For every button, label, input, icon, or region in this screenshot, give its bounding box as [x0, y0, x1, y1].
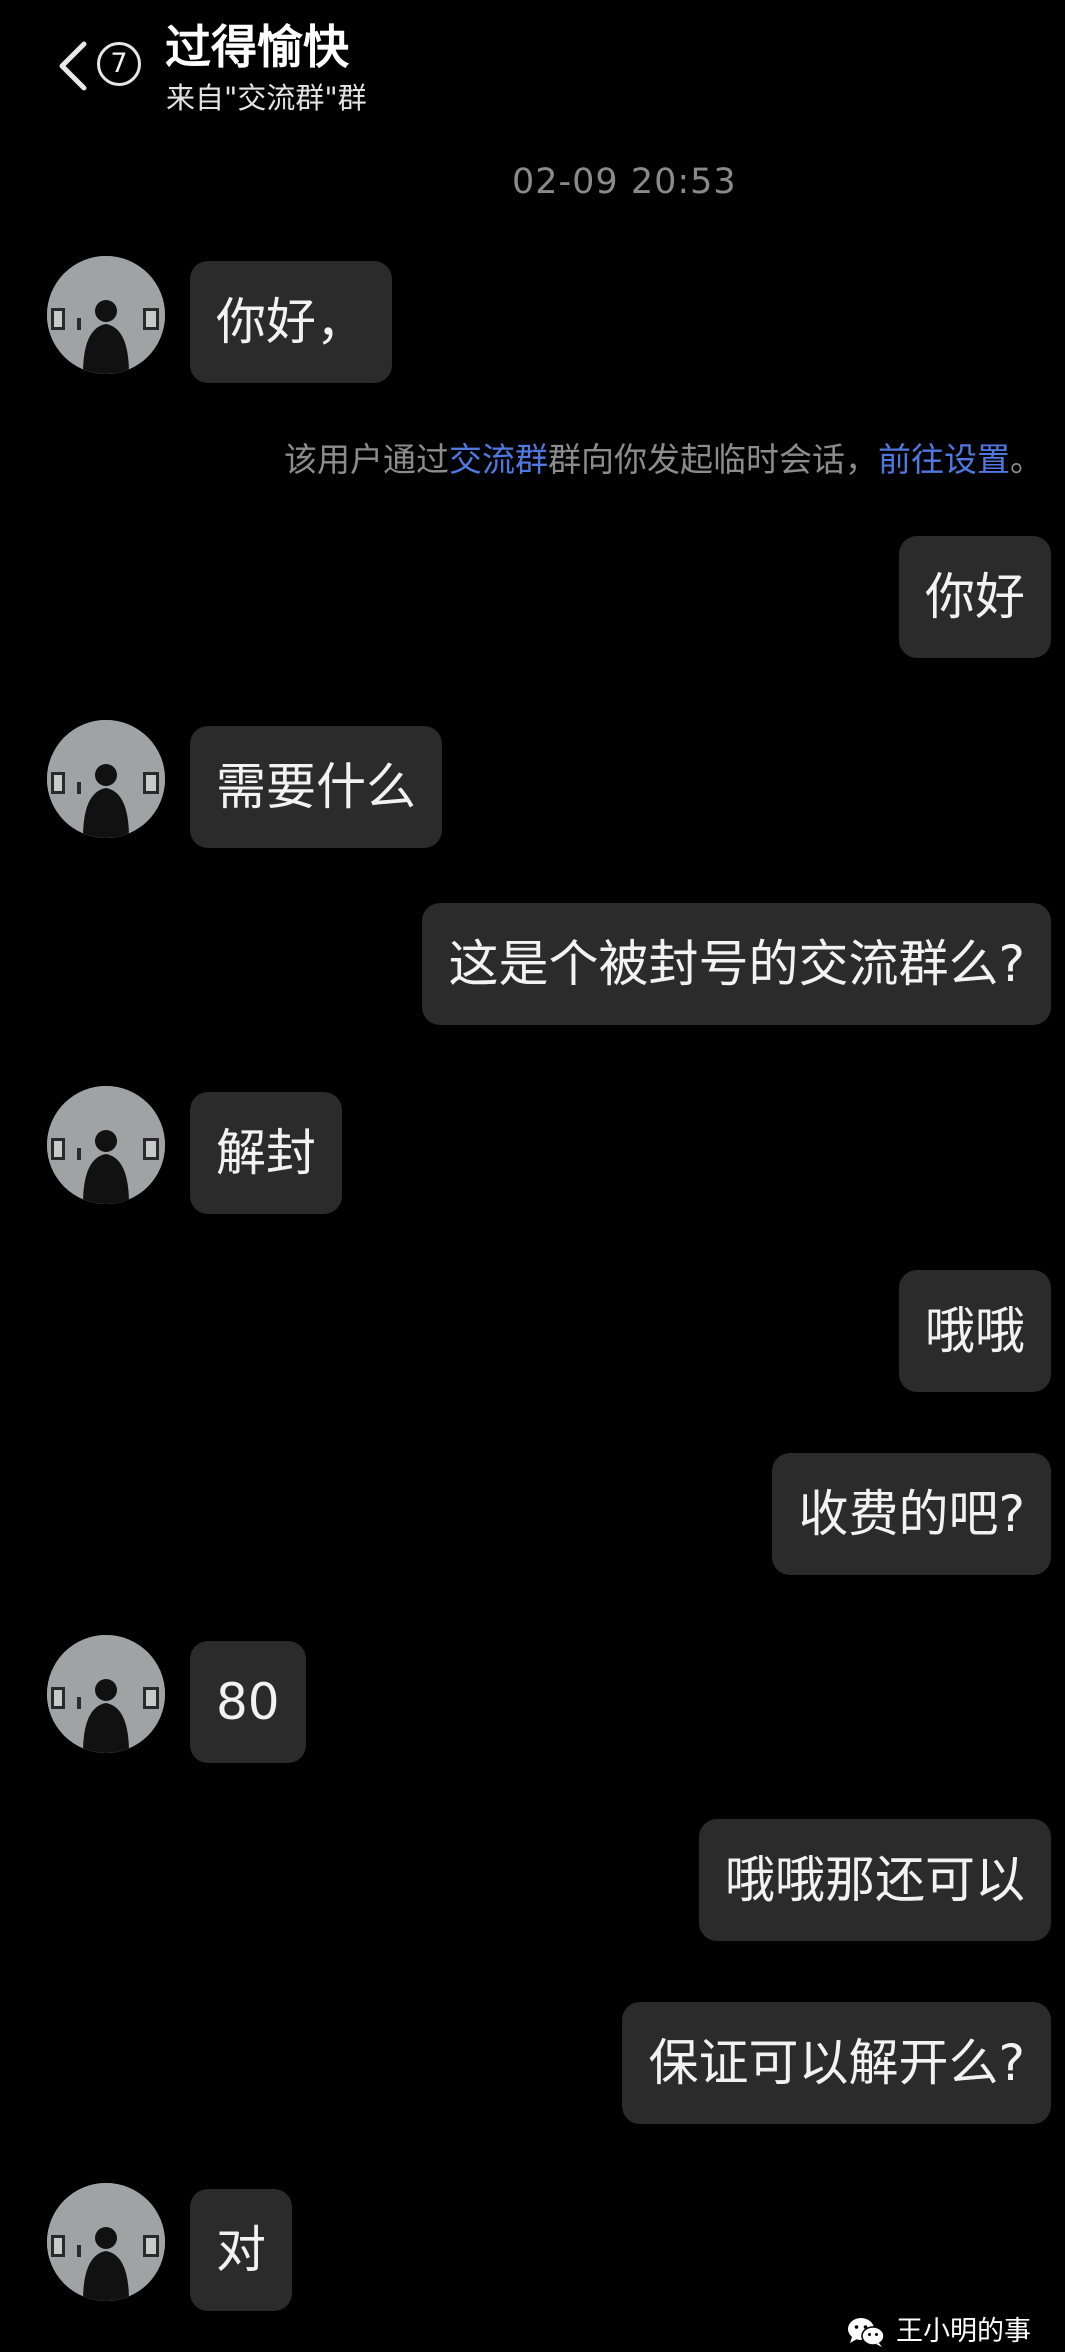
incoming-message-bubble[interactable]: 对 [190, 2189, 292, 2311]
outgoing-message-bubble[interactable]: 这是个被封号的交流群么? [422, 903, 1051, 1025]
unread-count-badge[interactable]: 7 [97, 42, 141, 86]
outgoing-message-bubble[interactable]: 收费的吧? [772, 1453, 1051, 1575]
message-timestamp: 02-09 20:53 [512, 162, 737, 202]
notice-prefix: 该用户通过 [284, 440, 449, 479]
chat-header: 7 过得愉快 来自"交流群"群 [0, 0, 1065, 130]
watermark: 王小明的事 [846, 2312, 1031, 2352]
group-link[interactable]: 交流群 [449, 440, 548, 479]
outgoing-message-bubble[interactable]: 保证可以解开么? [622, 2002, 1051, 2124]
incoming-message-bubble[interactable]: 解封 [190, 1092, 342, 1214]
incoming-message-bubble[interactable]: 80 [190, 1641, 306, 1763]
watermark-text: 王小明的事 [896, 2316, 1031, 2347]
chat-subtitle: 来自"交流群"群 [166, 81, 367, 115]
wechat-icon [848, 2318, 885, 2347]
contact-avatar[interactable] [47, 1086, 165, 1204]
outgoing-message-bubble[interactable]: 哦哦 [899, 1270, 1051, 1392]
temporary-session-notice: 该用户通过交流群群向你发起临时会话，前往设置。 [284, 437, 1043, 483]
notice-suffix: 。 [1010, 440, 1043, 479]
outgoing-message-bubble[interactable]: 哦哦那还可以 [699, 1819, 1051, 1941]
contact-avatar[interactable] [47, 2183, 165, 2301]
incoming-message-bubble[interactable]: 你好， [190, 261, 392, 383]
contact-avatar[interactable] [47, 720, 165, 838]
contact-avatar[interactable] [47, 256, 165, 374]
notice-middle: 群向你发起临时会话， [548, 440, 878, 479]
incoming-message-bubble[interactable]: 需要什么 [190, 726, 442, 848]
chevron-left-icon[interactable] [52, 38, 92, 94]
chat-title[interactable]: 过得愉快 [165, 18, 349, 76]
contact-avatar[interactable] [47, 1635, 165, 1753]
outgoing-message-bubble[interactable]: 你好 [899, 536, 1051, 658]
settings-link[interactable]: 前往设置 [878, 440, 1010, 479]
